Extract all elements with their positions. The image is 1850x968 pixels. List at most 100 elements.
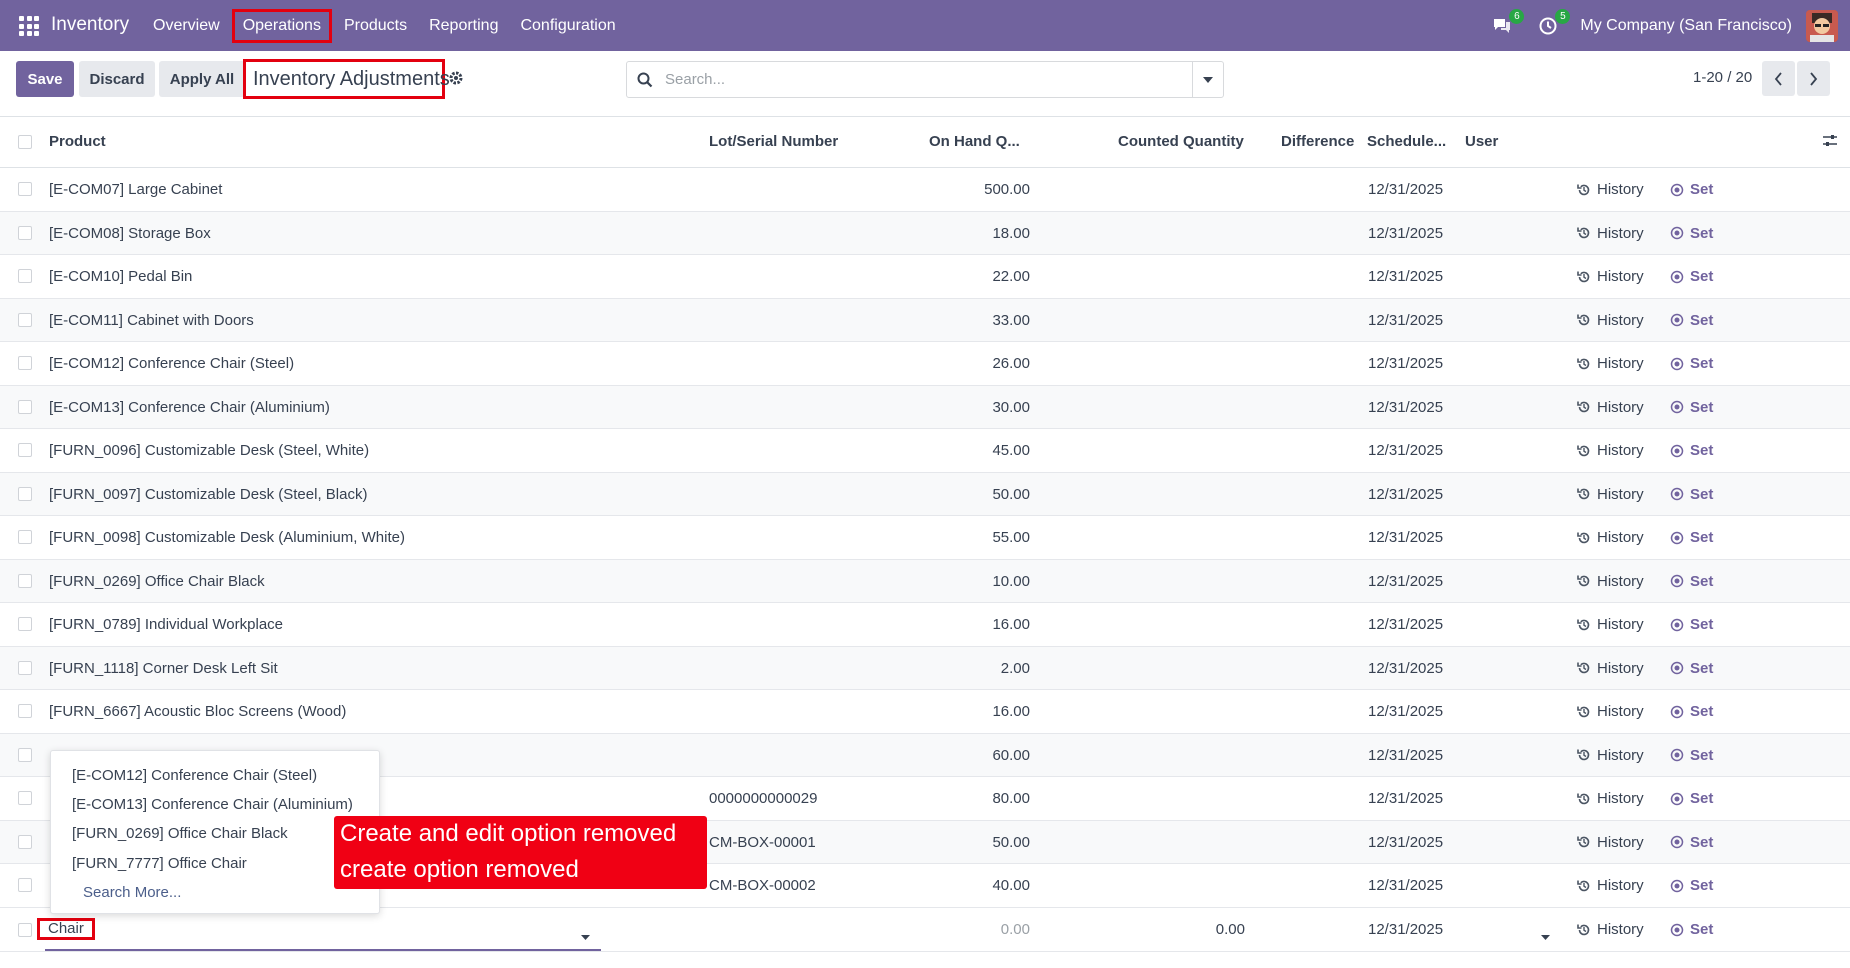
column-on-hand[interactable]: On Hand Q...: [929, 117, 1020, 167]
dropdown-option[interactable]: [FURN_0269] Office Chair Black: [72, 825, 288, 842]
set-button[interactable]: Set: [1670, 864, 1713, 907]
row-checkbox[interactable]: [18, 704, 32, 718]
set-button[interactable]: Set: [1670, 777, 1713, 820]
dropdown-option[interactable]: [E-COM12] Conference Chair (Steel): [72, 767, 317, 784]
row-checkbox[interactable]: [18, 225, 32, 240]
set-button[interactable]: Set: [1670, 342, 1713, 385]
column-user[interactable]: User: [1465, 117, 1498, 167]
column-scheduled-date[interactable]: Schedule...: [1367, 117, 1446, 167]
gear-icon[interactable]: [448, 70, 464, 86]
column-difference[interactable]: Difference: [1281, 117, 1354, 167]
table-row[interactable]: [E-COM11] Cabinet with Doors 33.00 12/31/2…: [0, 298, 1850, 342]
table-row[interactable]: [FURN_0789] Individual Workplace 16.00 12/…: [0, 603, 1850, 647]
table-row[interactable]: [E-COM07] Large Cabinet 500.00 12/31/2025 H…: [0, 168, 1850, 212]
history-button[interactable]: History: [1577, 864, 1644, 907]
row-checkbox[interactable]: [18, 269, 32, 283]
history-button[interactable]: History: [1577, 473, 1644, 516]
search-input[interactable]: [665, 62, 1185, 97]
row-checkbox[interactable]: [18, 660, 32, 675]
history-button[interactable]: History: [1577, 299, 1644, 342]
history-button[interactable]: History: [1577, 777, 1644, 820]
menu-operations[interactable]: Operations: [231, 8, 332, 43]
history-button[interactable]: History: [1577, 429, 1644, 472]
history-button[interactable]: History: [1577, 560, 1644, 603]
select-all-checkbox[interactable]: [18, 135, 32, 149]
set-button[interactable]: Set: [1670, 821, 1713, 864]
apps-menu-icon[interactable]: [19, 16, 39, 36]
row-checkbox[interactable]: [18, 834, 32, 849]
table-row[interactable]: [FURN_1118] Corner Desk Left Sit 2.00 12/3…: [0, 646, 1850, 690]
pager-next-button[interactable]: [1797, 61, 1830, 96]
row-checkbox[interactable]: [18, 182, 32, 196]
column-lot-serial[interactable]: Lot/Serial Number: [709, 117, 838, 167]
pager-previous-button[interactable]: [1762, 61, 1795, 96]
product-input[interactable]: Chair: [37, 918, 95, 940]
table-row[interactable]: [FURN_0269] Office Chair Black 10.00 12/31…: [0, 559, 1850, 603]
history-button[interactable]: History: [1577, 690, 1644, 733]
row-checkbox[interactable]: [18, 617, 32, 631]
discard-button[interactable]: Discard: [79, 61, 155, 97]
history-button[interactable]: History: [1577, 168, 1644, 211]
column-counted-quantity[interactable]: Counted Quantity: [1118, 117, 1244, 167]
set-button[interactable]: Set: [1670, 386, 1713, 429]
scheduled-date-input[interactable]: 12/31/2025: [1368, 908, 1443, 951]
table-row[interactable]: [E-COM12] Conference Chair (Steel) 26.00 1…: [0, 342, 1850, 386]
counted-quantity-input[interactable]: 0.00: [1145, 908, 1245, 951]
history-button[interactable]: History: [1577, 255, 1644, 298]
set-button[interactable]: Set: [1670, 473, 1713, 516]
search-options-toggle[interactable]: [1192, 62, 1223, 97]
row-checkbox[interactable]: [18, 443, 32, 457]
set-button[interactable]: Set: [1670, 908, 1713, 951]
table-row[interactable]: [E-COM08] Storage Box 18.00 12/31/2025 Hist…: [0, 211, 1850, 255]
row-checkbox[interactable]: [18, 923, 32, 937]
app-title[interactable]: Inventory: [51, 14, 129, 36]
table-row[interactable]: [FURN_0098] Customizable Desk (Aluminium…: [0, 516, 1850, 560]
history-button[interactable]: History: [1577, 908, 1644, 951]
activities-clock-icon[interactable]: 5: [1534, 8, 1571, 40]
set-button[interactable]: Set: [1670, 299, 1713, 342]
user-avatar[interactable]: [1806, 9, 1838, 42]
caret-down-icon[interactable]: [581, 928, 590, 945]
set-button[interactable]: Set: [1670, 429, 1713, 472]
row-checkbox[interactable]: [18, 312, 32, 327]
set-button[interactable]: Set: [1670, 168, 1713, 211]
history-button[interactable]: History: [1577, 821, 1644, 864]
search-more-link[interactable]: Search More...: [83, 884, 181, 901]
table-row[interactable]: [FURN_0096] Customizable Desk (Steel, Wh…: [0, 429, 1850, 473]
row-checkbox[interactable]: [18, 356, 32, 370]
set-button[interactable]: Set: [1670, 690, 1713, 733]
dropdown-option[interactable]: [FURN_7777] Office Chair: [72, 855, 247, 872]
set-button[interactable]: Set: [1670, 560, 1713, 603]
row-checkbox[interactable]: [18, 747, 32, 762]
caret-down-icon[interactable]: [1541, 928, 1550, 945]
history-button[interactable]: History: [1577, 342, 1644, 385]
save-button[interactable]: Save: [16, 61, 74, 97]
set-button[interactable]: Set: [1670, 734, 1713, 777]
menu-overview[interactable]: Overview: [143, 9, 230, 43]
table-row[interactable]: [E-COM13] Conference Chair (Aluminium) 30…: [0, 385, 1850, 429]
row-checkbox[interactable]: [18, 878, 32, 892]
apply-all-button[interactable]: Apply All: [159, 61, 245, 97]
row-checkbox[interactable]: [18, 573, 32, 588]
set-button[interactable]: Set: [1670, 647, 1713, 690]
history-button[interactable]: History: [1577, 516, 1644, 559]
history-button[interactable]: History: [1577, 603, 1644, 646]
dropdown-option[interactable]: [E-COM13] Conference Chair (Aluminium): [72, 796, 353, 813]
table-row[interactable]: [E-COM10] Pedal Bin 22.00 12/31/2025 Histor…: [0, 255, 1850, 299]
history-button[interactable]: History: [1577, 734, 1644, 777]
pager-value[interactable]: 1-20 / 20: [1693, 69, 1752, 86]
history-button[interactable]: History: [1577, 212, 1644, 255]
row-checkbox[interactable]: [18, 530, 32, 544]
set-button[interactable]: Set: [1670, 516, 1713, 559]
set-button[interactable]: Set: [1670, 212, 1713, 255]
row-checkbox[interactable]: [18, 791, 32, 805]
menu-reporting[interactable]: Reporting: [419, 9, 508, 43]
menu-products[interactable]: Products: [334, 9, 417, 43]
optional-columns-icon[interactable]: [1822, 133, 1838, 153]
row-checkbox[interactable]: [18, 486, 32, 501]
company-switcher[interactable]: My Company (San Francisco): [1580, 17, 1792, 35]
row-checkbox[interactable]: [18, 399, 32, 414]
table-row[interactable]: [FURN_0097] Customizable Desk (Steel, Bl…: [0, 472, 1850, 516]
table-row[interactable]: [FURN_6667] Acoustic Bloc Screens (Wood)…: [0, 690, 1850, 734]
messages-icon[interactable]: 6: [1488, 8, 1525, 40]
